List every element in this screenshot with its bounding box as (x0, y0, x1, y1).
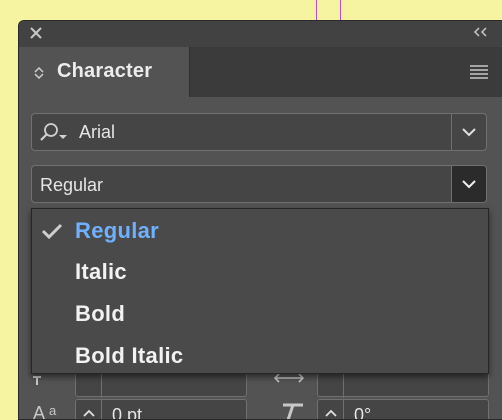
svg-text:a: a (49, 403, 57, 418)
menu-item-bold-italic[interactable]: Bold Italic (32, 336, 488, 376)
font-family-value: Arial (79, 122, 116, 142)
skew-stepper[interactable] (318, 400, 344, 419)
tab-label: Character (57, 60, 153, 82)
menu-item-italic[interactable]: Italic (32, 252, 488, 292)
chevron-up-icon (325, 409, 337, 417)
font-style-field[interactable]: Regular (31, 165, 487, 203)
skew-icon (283, 403, 303, 419)
panel-menu-icon[interactable] (469, 64, 489, 80)
font-size-field[interactable]: 0 pt (75, 399, 247, 419)
svg-text:A: A (33, 403, 45, 420)
font-style-dropdown-button[interactable] (451, 166, 486, 202)
character-panel: Character Arial Regular A a 0 pt 0° Regu… (18, 20, 502, 420)
font-style-dropdown-menu: Regular Italic Bold Bold Italic (31, 208, 489, 374)
page-guide-line (316, 0, 317, 20)
chevron-down-icon (462, 180, 476, 189)
checkmark-icon (41, 223, 63, 239)
chevron-up-icon (83, 409, 95, 417)
panel-tab-row: Character (19, 47, 502, 97)
expand-collapse-icon[interactable] (34, 66, 44, 80)
font-size-stepper[interactable] (76, 400, 102, 419)
font-family-field[interactable]: Arial (31, 113, 487, 151)
search-icon[interactable] (38, 122, 70, 144)
collapse-icon[interactable] (473, 25, 489, 39)
close-icon[interactable] (29, 26, 43, 40)
font-size-icon: A a (33, 403, 57, 420)
page-guide-line (340, 0, 341, 20)
font-style-value: Regular (40, 175, 104, 195)
tab-character[interactable]: Character (19, 47, 190, 97)
menu-item-label: Italic (75, 259, 127, 284)
menu-item-regular[interactable]: Regular (32, 211, 488, 251)
menu-item-label: Bold Italic (75, 343, 184, 368)
menu-item-label: Regular (75, 218, 160, 243)
chevron-down-icon (462, 128, 476, 137)
panel-title-bar[interactable] (19, 21, 502, 47)
menu-item-label: Bold (75, 301, 126, 326)
leading-icon (33, 376, 41, 385)
menu-item-bold[interactable]: Bold (32, 294, 488, 334)
skew-field[interactable]: 0° (317, 399, 489, 419)
font-family-dropdown-button[interactable] (451, 114, 486, 150)
